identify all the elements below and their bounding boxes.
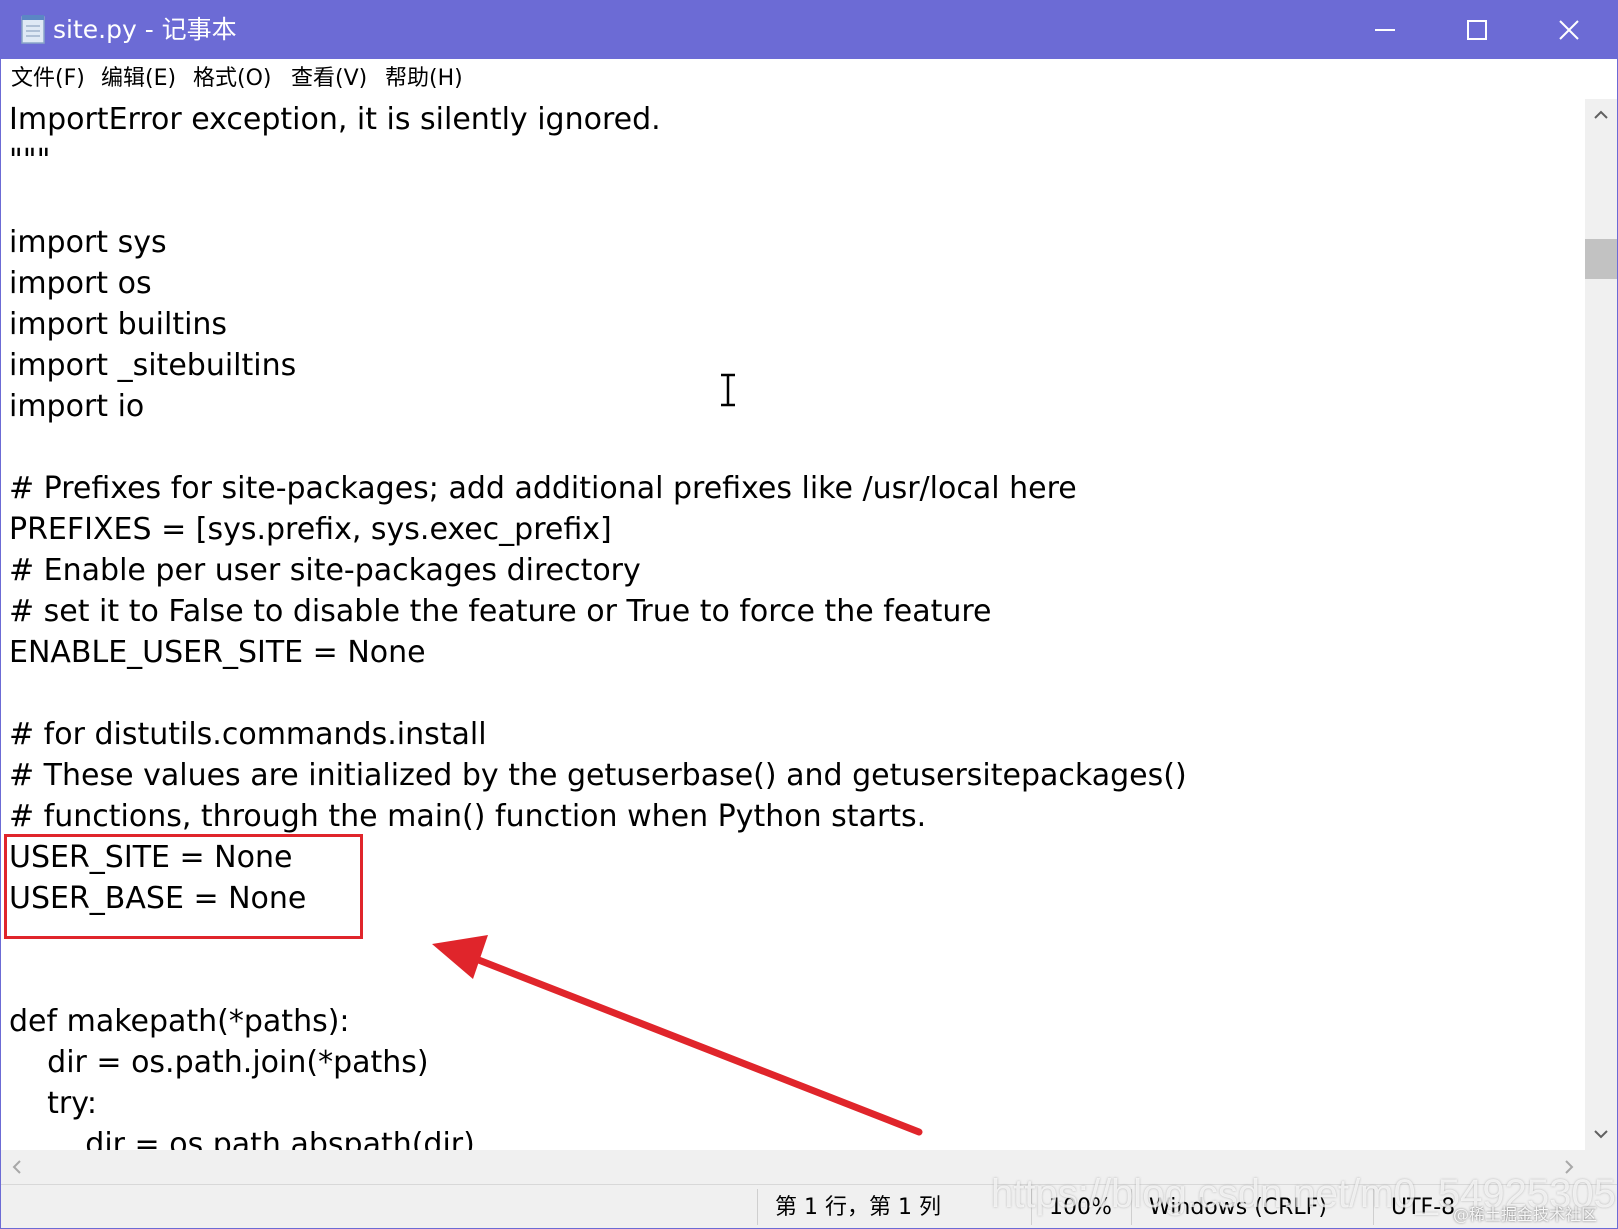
code-line: ImportError exception, it is silently ig…: [9, 102, 661, 137]
code-line: # for distutils.commands.install: [9, 717, 487, 752]
scroll-left-button[interactable]: [1, 1150, 33, 1184]
status-divider: [757, 1189, 758, 1225]
menu-view[interactable]: 查看(V): [289, 64, 369, 94]
code-line: import builtins: [9, 307, 228, 342]
menu-format[interactable]: 格式(O): [191, 64, 273, 94]
vertical-scrollbar[interactable]: [1585, 99, 1617, 1150]
code-line: PREFIXES = [sys.prefix, sys.exec_prefix]: [9, 512, 612, 547]
minimize-button[interactable]: [1339, 1, 1431, 59]
notepad-icon: [21, 15, 45, 44]
cursor-position: 第 1 行，第 1 列: [775, 1195, 941, 1220]
code-line: # functions, through the main() function…: [9, 799, 927, 834]
menu-file[interactable]: 文件(F): [9, 64, 87, 94]
maximize-icon: [1467, 20, 1487, 40]
minimize-icon: [1375, 29, 1395, 31]
code-line: try:: [9, 1086, 97, 1121]
menu-edit[interactable]: 编辑(E): [99, 64, 178, 94]
code-line: dir = os.path.join(*paths): [9, 1045, 429, 1080]
menu-help[interactable]: 帮助(H): [383, 64, 465, 94]
juejin-watermark: @稀土掘金技术社区: [1453, 1205, 1598, 1224]
code-line: dir = os.path.abspath(dir): [9, 1127, 475, 1150]
code-line: """: [9, 143, 51, 178]
chevron-down-icon: [1594, 1130, 1608, 1139]
notepad-window: site.py - 记事本 文件(F) 编辑(E) 格式(O) 查看(V) 帮助…: [0, 0, 1618, 1229]
i-beam-cursor-icon: [721, 373, 735, 407]
close-button[interactable]: [1523, 1, 1615, 59]
text-editor-area[interactable]: ImportError exception, it is silently ig…: [1, 99, 1585, 1150]
scroll-down-button[interactable]: [1585, 1118, 1617, 1150]
close-icon: [1559, 20, 1579, 40]
menu-bar: 文件(F) 编辑(E) 格式(O) 查看(V) 帮助(H): [1, 59, 1617, 99]
code-line: # These values are initialized by the ge…: [9, 758, 1187, 793]
code-line: import io: [9, 389, 145, 424]
chevron-left-icon: [12, 1160, 21, 1174]
code-line: def makepath(*paths):: [9, 1004, 350, 1039]
code-line: # Enable per user site-packages director…: [9, 553, 641, 588]
code-line: import os: [9, 266, 152, 301]
title-bar[interactable]: site.py - 记事本: [1, 1, 1617, 59]
code-line: import sys: [9, 225, 167, 260]
annotation-highlight-box: [4, 834, 363, 939]
code-line: ENABLE_USER_SITE = None: [9, 635, 426, 670]
window-title: site.py - 记事本: [53, 15, 237, 44]
vertical-scroll-thumb[interactable]: [1585, 239, 1617, 279]
code-line: import _sitebuiltins: [9, 348, 297, 383]
code-line: # set it to False to disable the feature…: [9, 594, 992, 629]
code-line: # Prefixes for site-packages; add additi…: [9, 471, 1077, 506]
chevron-up-icon: [1594, 110, 1608, 119]
scroll-up-button[interactable]: [1585, 99, 1617, 131]
maximize-button[interactable]: [1431, 1, 1523, 59]
